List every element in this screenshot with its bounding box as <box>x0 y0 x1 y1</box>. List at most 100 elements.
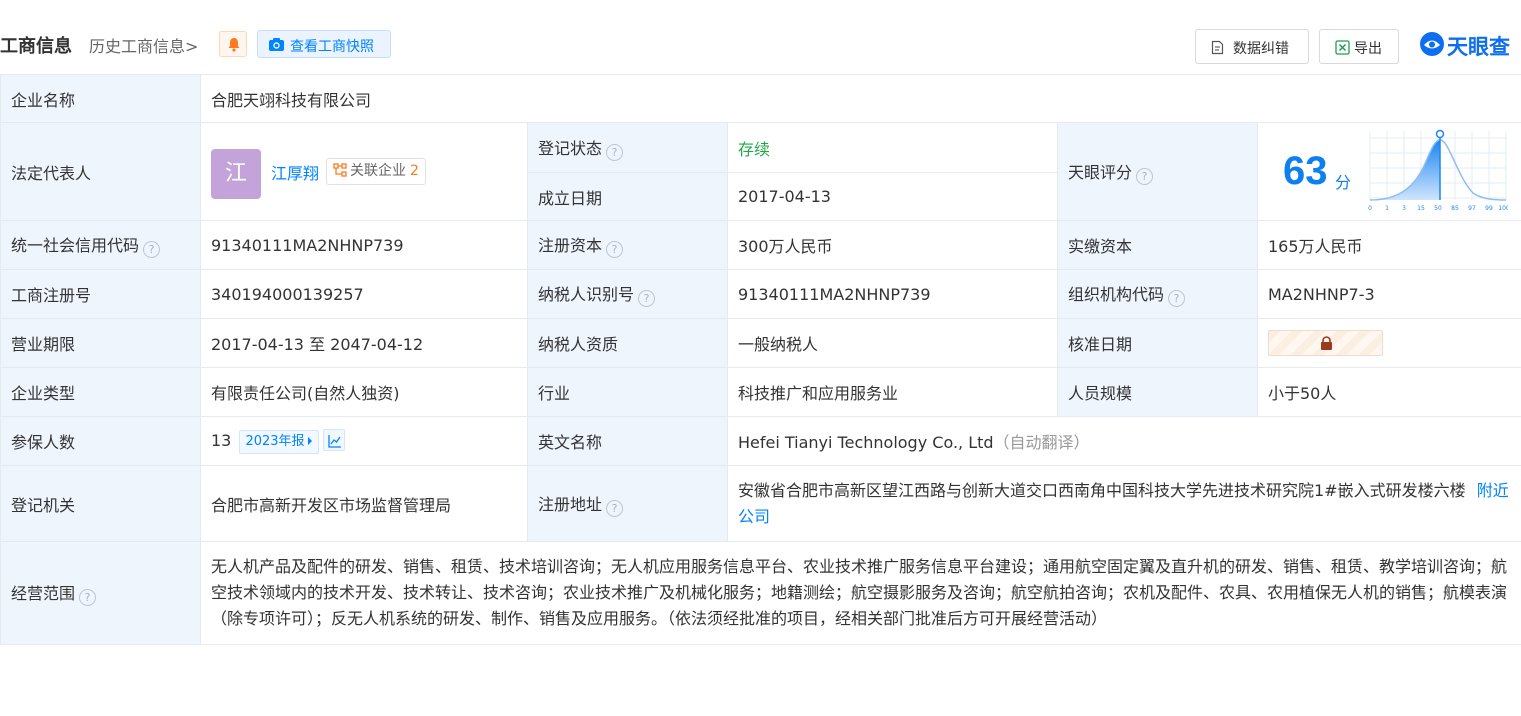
reg-number-value: 340194000139257 <box>200 269 528 319</box>
tianyancha-logo-icon <box>1420 32 1444 56</box>
annual-report-tag[interactable]: 2023年报 <box>239 429 319 454</box>
line-chart-icon <box>327 434 341 448</box>
table-row: 法定代表人 江 江厚翔 关联企业 2 登记状态? 存续 天眼评分? 63 分 0… <box>0 122 1521 221</box>
table-row: 登记机关 合肥市高新开发区市场监督管理局 注册地址? 安徽省合肥市高新区望江西路… <box>0 465 1521 542</box>
english-name-label: 英文名称 <box>527 416 728 466</box>
legal-rep-cell: 江 江厚翔 关联企业 2 <box>200 122 528 221</box>
history-link[interactable]: 历史工商信息> <box>89 33 198 57</box>
table-row: 经营范围? 无人机产品及配件的研发、销售、租赁、技术培训咨询；无人机应用服务信息… <box>0 541 1521 645</box>
term-label: 营业期限 <box>0 318 201 368</box>
annual-report-label: 2023年报 <box>245 433 305 449</box>
help-icon[interactable]: ? <box>1136 167 1154 185</box>
reg-capital-label-cell: 注册资本? <box>527 220 728 270</box>
scope-value: 无人机产品及配件的研发、销售、租赁、技术培训咨询；无人机应用服务信息平台、农业技… <box>200 541 1521 645</box>
related-companies-button[interactable]: 关联企业 2 <box>326 157 426 185</box>
status-badge: 存续 <box>738 139 771 159</box>
score-tick: 97 <box>1468 205 1476 212</box>
credit-code-label-cell: 统一社会信用代码? <box>0 220 201 270</box>
brand-name: 天眼查 <box>1447 35 1510 59</box>
reg-status-label-cell: 登记状态? <box>527 122 728 173</box>
table-row: 参保人数 13 2023年报 英文名称 Hefei Tianyi Technol… <box>0 416 1521 466</box>
vip-locked-field[interactable] <box>1268 330 1383 356</box>
english-name-value: Hefei Tianyi Technology Co., Ltd <box>738 433 994 452</box>
score-tick: 3 <box>1402 205 1406 212</box>
score-cell: 63 分 0 1 3 15 50 85 97 99 10 <box>1257 122 1521 221</box>
company-type-value: 有限责任公司(自然人独资) <box>200 367 528 417</box>
history-link-label: 历史工商信息 <box>89 37 186 56</box>
scope-label-cell: 经营范围? <box>0 541 201 645</box>
help-icon[interactable]: ? <box>606 241 624 258</box>
help-icon[interactable]: ? <box>1168 290 1186 307</box>
score-tick: 100 <box>1498 205 1508 212</box>
credit-code-value: 91340111MA2NHNP739 <box>200 220 528 270</box>
reg-authority-label: 登记机关 <box>0 465 201 542</box>
tax-id-label-cell: 纳税人识别号? <box>527 269 728 319</box>
found-date-value: 2017-04-13 <box>727 172 1058 221</box>
auto-translate-note: （自动翻译） <box>993 433 1090 452</box>
approve-date-label: 核准日期 <box>1057 318 1258 368</box>
help-icon[interactable]: ? <box>79 589 97 606</box>
caret-right-icon <box>307 436 312 445</box>
reg-address-label-cell: 注册地址? <box>527 465 728 542</box>
tax-id-label: 纳税人识别号 <box>538 285 635 304</box>
score-distribution-chart[interactable]: 0 1 3 15 50 85 97 99 100 <box>1368 128 1508 213</box>
tax-qual-value: 一般纳税人 <box>727 318 1058 368</box>
term-value: 2017-04-13 至 2047-04-12 <box>200 318 528 368</box>
help-icon[interactable]: ? <box>606 143 624 161</box>
avatar[interactable]: 江 <box>211 148 261 199</box>
table-row: 统一社会信用代码? 91340111MA2NHNP739 注册资本? 300万人… <box>0 220 1521 270</box>
tax-qual-label: 纳税人资质 <box>527 318 728 368</box>
table-row: 企业名称 合肥天翊科技有限公司 <box>0 74 1521 123</box>
org-code-label: 组织机构代码 <box>1068 285 1165 304</box>
score-tick: 50 <box>1434 205 1442 212</box>
reg-capital-value: 300万人民币 <box>727 220 1058 270</box>
snapshot-button[interactable]: 查看工商快照 <box>257 30 391 58</box>
score-tick: 15 <box>1417 205 1425 212</box>
help-icon[interactable]: ? <box>606 499 624 517</box>
reg-address-value: 安徽省合肥市高新区望江西路与创新大道交口西南角中国科技大学先进技术研究院1#嵌入… <box>738 480 1466 500</box>
monitor-bell-button[interactable] <box>219 31 247 57</box>
scope-label: 经营范围 <box>11 584 76 603</box>
staff-size-value: 小于50人 <box>1257 367 1521 417</box>
score-unit: 分 <box>1335 173 1352 192</box>
lock-icon <box>1321 336 1332 350</box>
industry-label: 行业 <box>527 367 728 417</box>
company-type-label: 企业类型 <box>0 367 201 417</box>
org-code-label-cell: 组织机构代码? <box>1057 269 1258 319</box>
paid-capital-label: 实缴资本 <box>1057 220 1258 270</box>
insured-cell: 13 2023年报 <box>200 416 528 466</box>
help-icon[interactable]: ? <box>638 290 656 307</box>
score-label: 天眼评分 <box>1068 162 1133 182</box>
score-tick: 85 <box>1451 205 1459 212</box>
reg-address-cell: 安徽省合肥市高新区望江西路与创新大道交口西南角中国科技大学先进技术研究院1#嵌入… <box>727 465 1521 542</box>
score-label-cell: 天眼评分? <box>1057 122 1258 221</box>
trend-chart-button[interactable] <box>322 428 345 451</box>
score-tick: 0 <box>1368 205 1372 212</box>
chevron-right-icon: > <box>185 37 199 56</box>
related-companies-count: 2 <box>410 162 419 179</box>
table-row: 企业类型 有限责任公司(自然人独资) 行业 科技推广和应用服务业 人员规模 小于… <box>0 367 1521 417</box>
export-label: 导出 <box>1354 41 1382 57</box>
reg-number-label: 工商注册号 <box>0 269 201 319</box>
legal-rep-name-link[interactable]: 江厚翔 <box>271 160 319 184</box>
org-code-value: MA2NHNP7-3 <box>1257 269 1521 319</box>
document-edit-icon <box>1211 40 1224 55</box>
excel-icon <box>1335 40 1350 55</box>
help-icon[interactable]: ? <box>143 241 161 258</box>
score-tick: 99 <box>1485 205 1493 212</box>
business-info-table: 企业名称 合肥天翊科技有限公司 法定代表人 江 江厚翔 关联企业 2 登记状态? … <box>0 74 1521 645</box>
tax-id-value: 91340111MA2NHNP739 <box>727 269 1058 319</box>
industry-value: 科技推广和应用服务业 <box>727 367 1058 417</box>
insured-label: 参保人数 <box>0 416 201 466</box>
credit-code-label: 统一社会信用代码 <box>11 236 140 255</box>
found-date-label: 成立日期 <box>527 172 728 221</box>
section-header: 工商信息 历史工商信息> 查看工商快照 数据纠错 导出 天眼查 <box>0 0 1521 75</box>
english-name-cell: Hefei Tianyi Technology Co., Ltd（自动翻译） <box>727 416 1521 466</box>
export-button[interactable]: 导出 <box>1319 29 1399 64</box>
company-name-value: 合肥天翊科技有限公司 <box>200 74 1521 123</box>
data-correction-button[interactable]: 数据纠错 <box>1195 29 1309 64</box>
reg-status-value: 存续 <box>727 122 1058 173</box>
staff-size-label: 人员规模 <box>1057 367 1258 417</box>
table-row: 工商注册号 340194000139257 纳税人识别号? 91340111MA… <box>0 269 1521 319</box>
snapshot-label: 查看工商快照 <box>290 39 374 55</box>
